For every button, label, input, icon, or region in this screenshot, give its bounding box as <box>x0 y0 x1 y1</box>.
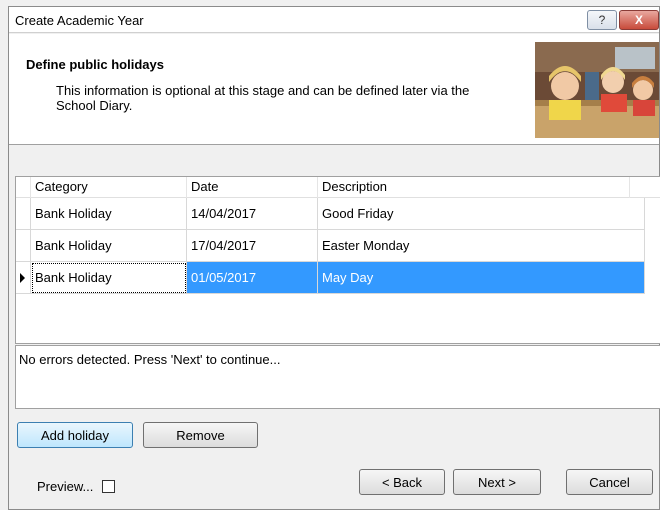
category-cell[interactable]: Bank Holiday <box>31 262 187 294</box>
table-row[interactable]: Bank Holiday 17/04/2017 Easter Monday <box>31 230 645 262</box>
grid-header: Category Date Description <box>16 177 660 198</box>
table-row-selected[interactable]: Bank Holiday 01/05/2017 May Day <box>31 262 645 294</box>
create-academic-year-dialog: Create Academic Year ? X Define public h… <box>8 6 660 510</box>
window-title: Create Academic Year <box>15 13 144 28</box>
step-title: Define public holidays <box>26 57 164 72</box>
classroom-photo-graphic <box>535 42 659 138</box>
table-row[interactable]: Bank Holiday 14/04/2017 Good Friday <box>31 198 645 230</box>
remove-button[interactable]: Remove <box>143 422 258 448</box>
step-description: This information is optional at this sta… <box>56 83 470 113</box>
row-header[interactable] <box>16 230 31 262</box>
holidays-grid[interactable]: Category Date Description Bank Holiday 1… <box>15 176 660 344</box>
column-header-date[interactable]: Date <box>187 177 318 198</box>
preview-label[interactable]: Preview... <box>37 479 93 494</box>
date-cell[interactable]: 01/05/2017 <box>187 262 318 294</box>
date-cell[interactable]: 17/04/2017 <box>187 230 318 262</box>
date-cell[interactable]: 14/04/2017 <box>187 198 318 230</box>
classroom-photo <box>535 42 659 138</box>
wizard-header: Define public holidays This information … <box>9 34 659 145</box>
next-button[interactable]: Next > <box>453 469 541 495</box>
help-button[interactable]: ? <box>587 10 617 30</box>
add-holiday-button[interactable]: Add holiday <box>17 422 133 448</box>
description-cell[interactable]: Good Friday <box>318 198 645 230</box>
row-header-corner <box>16 177 31 198</box>
category-cell[interactable]: Bank Holiday <box>31 230 187 262</box>
category-cell[interactable]: Bank Holiday <box>31 198 187 230</box>
cancel-button[interactable]: Cancel <box>566 469 653 495</box>
column-header-description[interactable]: Description <box>318 177 630 198</box>
row-header-current[interactable] <box>16 262 31 294</box>
validation-message: No errors detected. Press 'Next' to cont… <box>19 352 281 367</box>
column-header-category[interactable]: Category <box>31 177 187 198</box>
validation-panel: No errors detected. Press 'Next' to cont… <box>15 345 660 409</box>
preview-checkbox[interactable] <box>102 480 115 493</box>
row-header[interactable] <box>16 198 31 230</box>
close-button[interactable]: X <box>619 10 659 30</box>
back-button[interactable]: < Back <box>359 469 445 495</box>
description-cell[interactable]: Easter Monday <box>318 230 645 262</box>
current-row-arrow-icon <box>20 273 25 283</box>
description-cell[interactable]: May Day <box>318 262 645 294</box>
title-bar: Create Academic Year ? X <box>9 7 659 33</box>
